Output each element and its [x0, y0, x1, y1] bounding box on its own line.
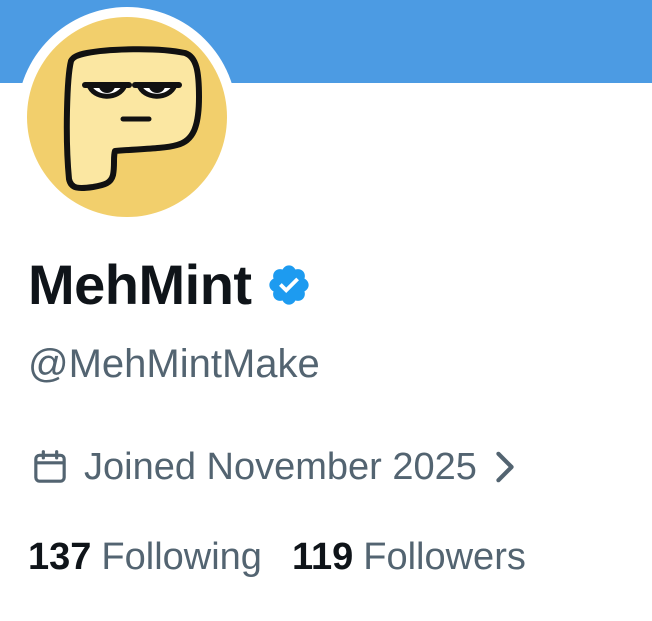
name-row: MehMint — [28, 250, 312, 320]
profile-header: MehMint @MehMintMake Joined November 202… — [0, 0, 652, 621]
follow-stats: 137 Following 119 Followers — [28, 534, 526, 580]
avatar[interactable] — [27, 17, 227, 217]
chevron-right-icon[interactable] — [493, 450, 517, 484]
joined-date-row[interactable]: Joined November 2025 — [30, 444, 517, 490]
calendar-icon — [30, 447, 70, 487]
following-link[interactable]: 137 Following — [28, 538, 262, 576]
display-name: MehMint — [28, 253, 252, 316]
following-label: Following — [101, 536, 262, 578]
followers-link[interactable]: 119 Followers — [292, 538, 526, 576]
verified-badge-icon[interactable] — [266, 262, 312, 308]
profile-handle: @MehMintMake — [28, 342, 320, 386]
following-count: 137 — [28, 536, 92, 578]
joined-date-text: Joined November 2025 — [84, 446, 477, 488]
p-character-avatar-icon — [63, 46, 202, 191]
followers-label: Followers — [363, 536, 526, 578]
followers-count: 119 — [291, 536, 354, 578]
